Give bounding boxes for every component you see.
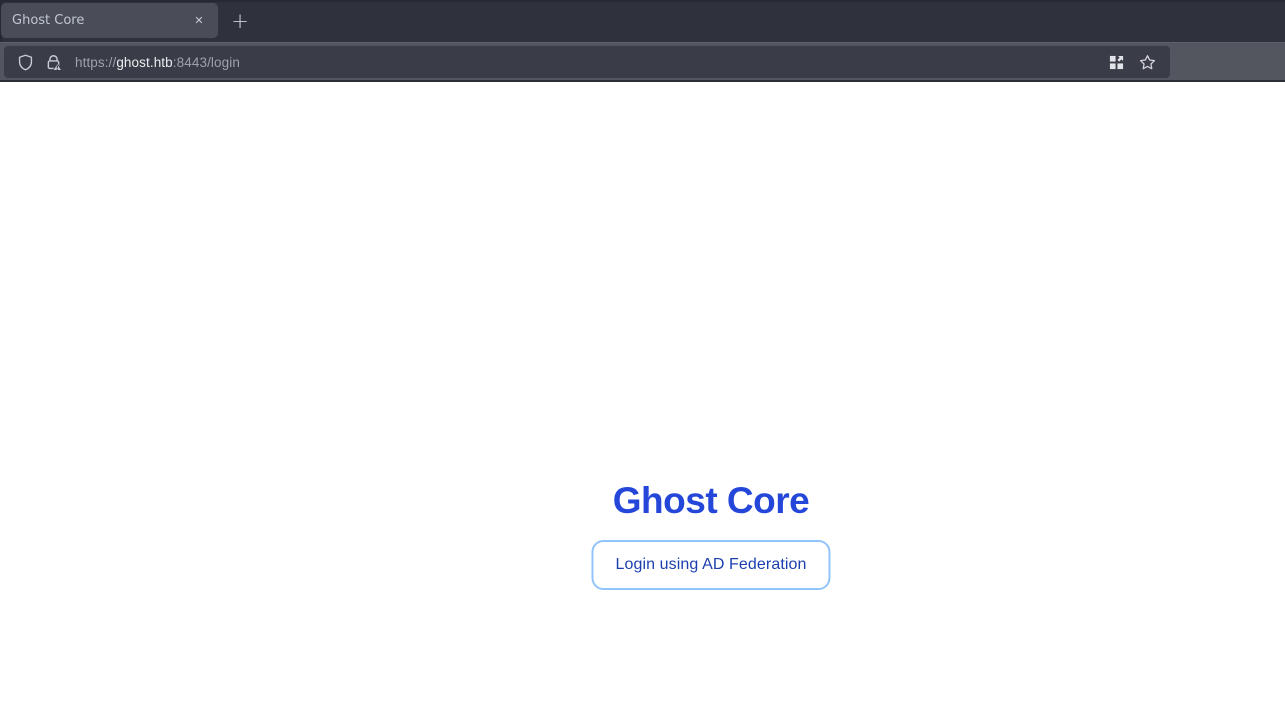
ad-federation-login-button[interactable]: Login using AD Federation: [591, 540, 831, 590]
login-stack: Ghost Core Login using AD Federation: [591, 480, 831, 590]
url-domain: ghost.htb: [116, 54, 173, 70]
browser-window: Ghost Core ✕ + https://ghost.htb:8443/lo…: [0, 0, 1285, 721]
new-tab-button[interactable]: +: [226, 7, 254, 35]
navigation-toolbar: https://ghost.htb:8443/login: [0, 42, 1285, 82]
shield-icon[interactable]: [14, 51, 36, 73]
lock-insecure-warning-icon[interactable]: [42, 51, 64, 73]
url-bar[interactable]: https://ghost.htb:8443/login: [4, 46, 1170, 78]
tab-bar: Ghost Core ✕ +: [0, 0, 1285, 42]
tab-title: Ghost Core: [12, 13, 85, 28]
page-title: Ghost Core: [612, 480, 810, 521]
tab-close-icon[interactable]: ✕: [188, 10, 210, 32]
url-text[interactable]: https://ghost.htb:8443/login: [75, 55, 1104, 70]
page-action-grid-arrow-icon[interactable]: [1104, 50, 1128, 74]
url-path: :8443/login: [172, 54, 240, 70]
bookmark-star-icon[interactable]: [1134, 49, 1160, 75]
page-content: Ghost Core Login using AD Federation: [0, 84, 1285, 721]
url-scheme: https://: [75, 54, 117, 70]
browser-tab-ghost-core[interactable]: Ghost Core ✕: [1, 3, 218, 38]
